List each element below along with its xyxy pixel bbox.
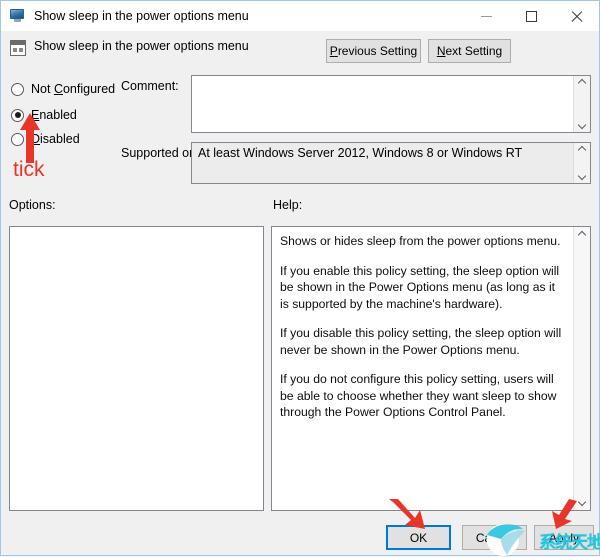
chevron-up-icon[interactable] <box>578 230 586 238</box>
previous-setting-button[interactable]: Previous Setting <box>326 39 421 63</box>
chevron-down-icon[interactable] <box>578 173 586 181</box>
supported-on-scrollbar[interactable] <box>573 143 590 183</box>
chevron-down-icon[interactable] <box>578 122 586 130</box>
radio-enabled-label: Enabled <box>31 108 77 122</box>
radio-not-configured[interactable]: Not Configured <box>11 80 115 98</box>
apply-button[interactable]: Apply <box>534 525 594 550</box>
close-icon <box>570 10 583 23</box>
next-setting-label: ext Setting <box>445 44 503 58</box>
help-paragraph: If you disable this policy setting, the … <box>280 326 562 357</box>
radio-enabled[interactable]: Enabled <box>11 106 77 124</box>
supported-on-field: At least Windows Server 2012, Windows 8 … <box>191 142 591 184</box>
radio-disabled-label: Disabled <box>31 132 80 146</box>
help-paragraph: If you enable this policy setting, the s… <box>280 263 560 311</box>
group-policy-setting-dialog: Show sleep in the power options menu Sho… <box>0 0 600 556</box>
annotation-tick-label: tick <box>13 158 45 181</box>
previous-setting-label: revious Setting <box>337 44 418 58</box>
policy-header: Show sleep in the power options menu Pre… <box>1 31 599 73</box>
comment-value[interactable] <box>192 76 573 132</box>
window-title: Show sleep in the power options menu <box>34 9 249 23</box>
help-panel: Shows or hides sleep from the power opti… <box>271 226 591 511</box>
options-panel[interactable] <box>9 226 264 511</box>
radio-not-configured-label: Not Configured <box>31 82 116 96</box>
comment-field[interactable] <box>191 75 591 133</box>
maximize-button[interactable] <box>509 1 554 31</box>
cancel-button[interactable]: Cancel <box>462 525 527 550</box>
help-paragraph: Shows or hides sleep from the power opti… <box>280 234 561 248</box>
next-setting-button[interactable]: Next Setting <box>428 39 511 63</box>
radio-not-configured-indicator <box>11 82 24 96</box>
help-paragraph: If you do not configure this policy sett… <box>280 372 557 419</box>
next-setting-accel: N <box>436 44 446 58</box>
minimize-icon <box>481 15 492 17</box>
help-scrollbar[interactable] <box>573 227 590 510</box>
policy-window-icon <box>10 40 26 56</box>
radio-disabled[interactable]: Disabled <box>11 130 80 148</box>
policy-name: Show sleep in the power options menu <box>34 39 249 53</box>
chevron-up-icon[interactable] <box>578 78 586 86</box>
monitor-icon <box>10 8 26 24</box>
help-text: Shows or hides sleep from the power opti… <box>272 227 573 510</box>
minimize-button[interactable] <box>464 1 509 31</box>
comment-scrollbar[interactable] <box>573 76 590 132</box>
comment-label: Comment: <box>121 79 179 93</box>
supported-on-value: At least Windows Server 2012, Windows 8 … <box>198 146 523 160</box>
supported-on-label: Supported on: <box>121 146 200 160</box>
close-button[interactable] <box>554 1 599 31</box>
radio-enabled-indicator <box>11 108 24 122</box>
help-label: Help: <box>273 198 303 212</box>
chevron-up-icon[interactable] <box>578 145 586 153</box>
options-label: Options: <box>9 198 56 212</box>
window-controls <box>464 1 599 31</box>
radio-disabled-indicator <box>11 132 24 146</box>
previous-setting-accel: P <box>329 44 338 58</box>
maximize-icon <box>526 10 537 22</box>
title-bar: Show sleep in the power options menu <box>1 1 599 31</box>
ok-button[interactable]: OK <box>386 525 451 550</box>
chevron-down-icon[interactable] <box>578 499 586 507</box>
